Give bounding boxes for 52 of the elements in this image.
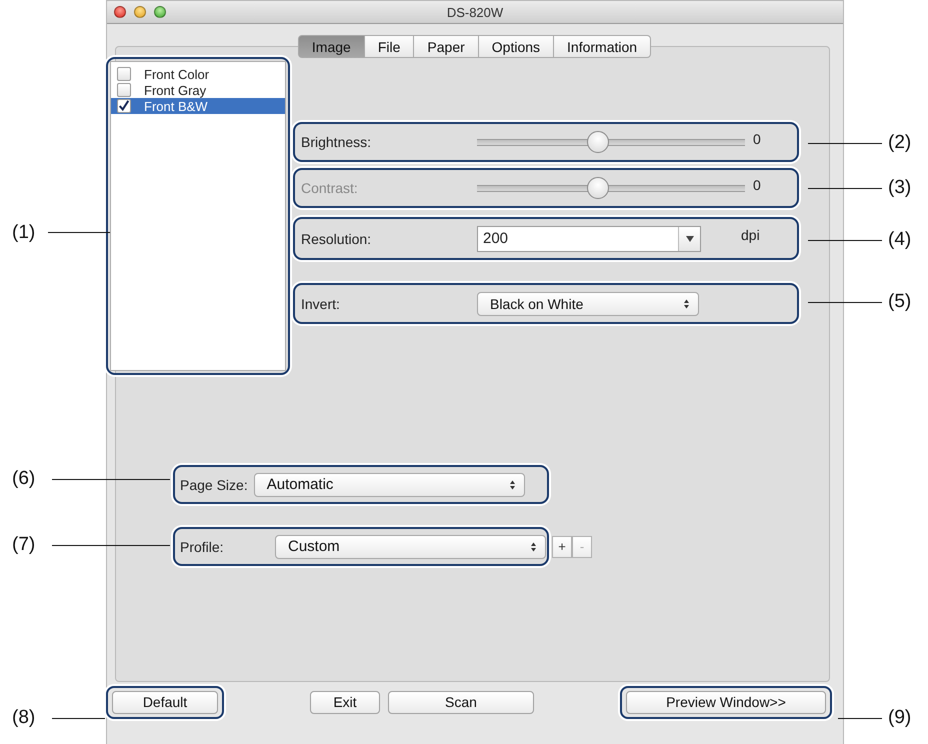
minimize-button[interactable]: [134, 6, 146, 18]
callout-number: (6): [12, 468, 36, 490]
checkbox[interactable]: [117, 99, 131, 113]
checkbox[interactable]: [117, 67, 131, 81]
exit-button[interactable]: Exit: [310, 690, 380, 714]
slider-thumb[interactable]: [586, 131, 609, 153]
resolution-combo-box[interactable]: 200: [477, 226, 701, 252]
tab[interactable]: Information: [554, 35, 652, 58]
item-label: Front Gray: [144, 82, 206, 98]
tab[interactable]: Options: [478, 35, 554, 58]
window-title: DS-820W: [446, 4, 504, 20]
callout-number: (4): [888, 229, 912, 251]
default-button[interactable]: Default: [112, 690, 218, 714]
tab[interactable]: File: [364, 35, 414, 58]
checkbox[interactable]: [117, 83, 131, 97]
callout-number: (7): [12, 534, 36, 556]
setting-label: Invert:: [301, 296, 341, 312]
callout-number: (5): [888, 291, 912, 313]
add-button[interactable]: +: [552, 536, 572, 558]
slider-value: 0: [753, 177, 761, 193]
mode-list-item[interactable]: Front Gray: [111, 82, 285, 98]
setting-label: Brightness:: [301, 134, 372, 150]
leader-line: [52, 718, 105, 719]
setting-label: Contrast:: [301, 180, 359, 196]
page-size-popup[interactable]: Automatic: [254, 472, 525, 496]
stepper-arrows-icon: [683, 298, 690, 310]
callout-number: (3): [888, 177, 912, 199]
setting-label: Page Size:: [180, 476, 248, 492]
callout-number: (1): [12, 222, 36, 244]
callout-number: (8): [12, 707, 36, 729]
tab[interactable]: Paper: [414, 35, 479, 58]
preview-window-button[interactable]: Preview Window>>: [626, 690, 826, 714]
tab[interactable]: Image: [298, 35, 365, 58]
leader-line: [838, 718, 882, 719]
scan-button[interactable]: Scan: [388, 690, 534, 714]
slider-value: 0: [753, 131, 761, 147]
callout-number: (9): [888, 707, 912, 729]
zoom-button[interactable]: [154, 6, 166, 18]
stepper-arrows-icon: [508, 478, 516, 490]
mode-list-item[interactable]: Front B&W: [111, 98, 285, 114]
unit-label: dpi: [741, 226, 760, 242]
item-label: Front B&W: [144, 98, 208, 114]
mode-list-item[interactable]: Front Color: [111, 66, 285, 82]
stepper-arrows-icon: [530, 540, 537, 552]
close-button[interactable]: [114, 6, 126, 18]
profile-popup[interactable]: Custom: [275, 534, 546, 558]
item-label: Front Color: [144, 66, 210, 82]
popup-button[interactable]: Black on White: [477, 292, 699, 316]
setting-label: Profile:: [180, 538, 225, 554]
callout-number: (2): [888, 132, 912, 154]
leader-line: [48, 232, 110, 233]
setting-label: Resolution:: [301, 230, 372, 246]
